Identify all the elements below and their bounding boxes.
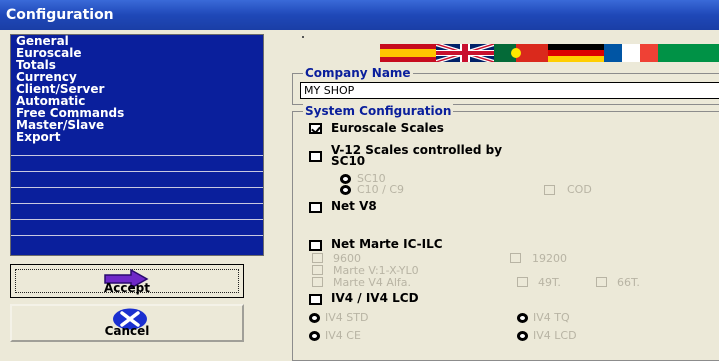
iv4-lcd-label: IV4 LCD	[533, 329, 577, 342]
baud-19200-checkbox[interactable]	[510, 253, 521, 263]
france-flag-icon[interactable]	[604, 44, 658, 62]
menu-divider	[11, 155, 263, 156]
italy-flag-icon[interactable]	[658, 44, 719, 62]
menu-divider	[11, 203, 263, 204]
euroscale-label: Euroscale Scales	[331, 121, 444, 135]
iv4-std-radio[interactable]	[309, 313, 320, 323]
v12-checkbox[interactable]	[309, 151, 322, 162]
sc10-radio[interactable]	[340, 174, 351, 184]
germany-flag-icon[interactable]	[548, 44, 604, 62]
menu-divider	[11, 219, 263, 220]
net-v8-label: Net V8	[331, 199, 377, 213]
menu-item-export[interactable]: Export	[11, 131, 263, 143]
euroscale-checkbox[interactable]	[309, 123, 322, 134]
accept-label: Accept	[104, 281, 150, 295]
cancel-label: Cancel	[104, 324, 150, 338]
menu-divider	[11, 171, 263, 172]
menu-divider	[11, 187, 263, 188]
net-marte-label: Net Marte IC-ILC	[331, 237, 443, 251]
accept-button[interactable]: Accept	[10, 264, 244, 298]
portugal-flag-icon[interactable]	[494, 44, 548, 62]
net-v8-checkbox[interactable]	[309, 202, 322, 213]
window-title: Configuration	[0, 0, 719, 30]
iv4-lcd-radio[interactable]	[517, 331, 528, 341]
iv4-std-label: IV4 STD	[325, 311, 369, 324]
spain-flag-icon[interactable]	[380, 44, 436, 62]
66t-label: 66T.	[617, 276, 640, 289]
baud-19200-label: 19200	[532, 252, 567, 265]
iv4-ce-label: IV4 CE	[325, 329, 361, 342]
cod-label: COD	[567, 183, 592, 196]
menu-divider	[11, 235, 263, 236]
cancel-button[interactable]: Cancel	[10, 304, 244, 342]
system-config-title: System Configuration	[303, 104, 454, 118]
iv4-tq-label: IV4 TQ	[533, 311, 570, 324]
baud-9600-checkbox[interactable]	[312, 253, 323, 263]
iv4-tq-radio[interactable]	[517, 313, 528, 323]
49t-label: 49T.	[538, 276, 561, 289]
marte-v4-label: Marte V4 Alfa.	[333, 276, 412, 289]
iv4-ce-radio[interactable]	[309, 331, 320, 341]
c10-c9-label: C10 / C9	[357, 183, 405, 196]
marte-v4-checkbox[interactable]	[312, 277, 323, 287]
marker-dot	[302, 36, 304, 38]
iv4-label: IV4 / IV4 LCD	[331, 291, 419, 305]
cod-checkbox[interactable]	[544, 185, 555, 195]
marte-v1-checkbox[interactable]	[312, 265, 323, 275]
iv4-checkbox[interactable]	[309, 294, 322, 305]
company-name-input[interactable]	[300, 82, 719, 99]
uk-flag-icon[interactable]	[436, 44, 494, 62]
company-name-title: Company Name	[303, 66, 413, 80]
net-marte-checkbox[interactable]	[309, 240, 322, 251]
49t-checkbox[interactable]	[517, 277, 528, 287]
config-section-list[interactable]: General Euroscale Totals Currency Client…	[10, 34, 264, 256]
c10-c9-radio[interactable]	[340, 185, 351, 195]
v12-label-line2: SC10	[331, 154, 366, 168]
66t-checkbox[interactable]	[596, 277, 607, 287]
